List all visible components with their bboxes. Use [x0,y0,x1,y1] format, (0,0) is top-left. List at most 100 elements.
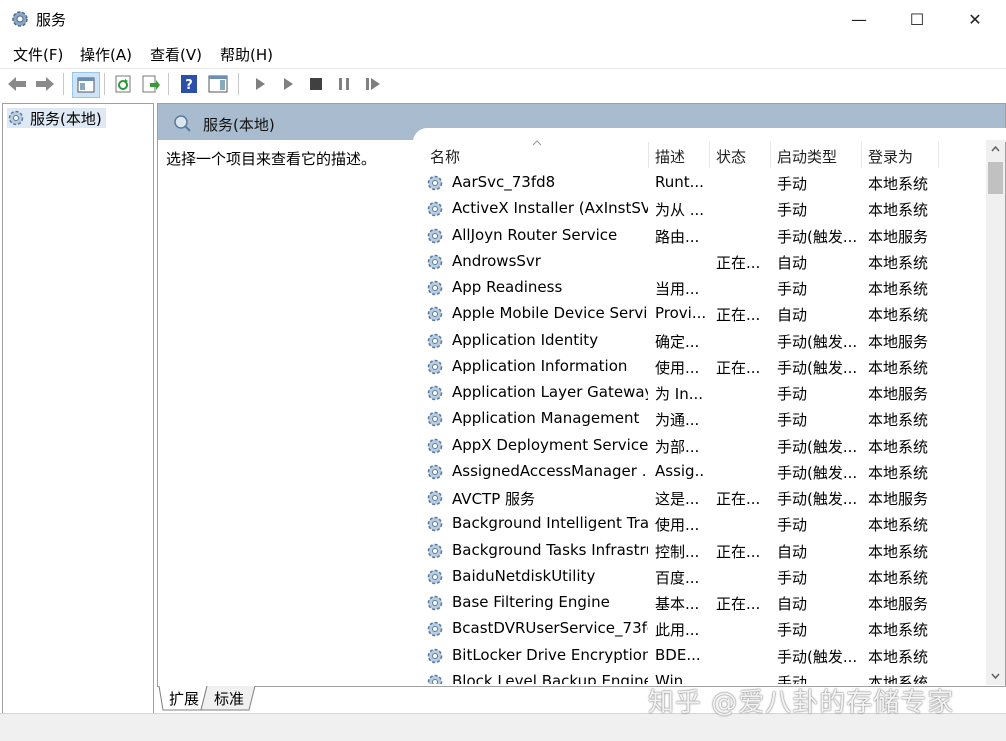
service-row[interactable]: Apple Mobile Device Servi... Provi... 正在..… [420,301,980,327]
service-startup-type: 手动 [777,621,808,640]
service-status: 正在... [716,306,761,325]
service-description: 路由... [655,227,700,246]
forward-button[interactable] [33,72,57,96]
service-logon-as: 本地系统 [868,647,929,666]
column-divider[interactable] [709,142,710,168]
close-button[interactable]: ✕ [946,0,1004,38]
tab-standard[interactable]: 标准 [208,686,250,710]
column-header-name[interactable]: 名称 [430,146,460,167]
watermark-text: 知乎 @爱八卦的存储专家 [648,688,955,718]
service-startup-type: 手动 [777,201,808,220]
toolbar-separator [168,73,169,95]
service-startup-type: 手动(触发... [777,358,858,377]
column-header-startup-type[interactable]: 启动类型 [777,146,837,167]
service-row[interactable]: ActiveX Installer (AxInstSV) 为从 ... 手动 本地系统 [420,196,980,222]
column-divider[interactable] [938,142,939,168]
service-row[interactable]: App Readiness 当用... 手动 本地系统 [420,275,980,301]
refresh-button[interactable] [111,72,135,96]
service-row[interactable]: Application Management 为通... 手动 本地系统 [420,406,980,432]
service-row[interactable]: AppX Deployment Service ... 为部... 手动(触发...… [420,433,980,459]
service-name: Application Layer Gateway ... [452,383,648,401]
menu-action[interactable]: 操作(A) [80,44,132,65]
start-service-button-2[interactable] [276,72,300,96]
service-name: AndrowsSvr [452,251,541,270]
service-logon-as: 本地系统 [868,463,929,482]
pane-title: 服务(本地) [203,116,275,134]
column-header-description[interactable]: 描述 [655,146,685,167]
column-divider[interactable] [770,142,771,168]
refresh-icon [115,75,131,93]
service-logon-as: 本地系统 [868,253,929,272]
service-description: 控制... [655,542,700,561]
service-description: Runt... [655,173,704,191]
tab-extended[interactable]: 扩展 [163,686,205,710]
service-name: Background Intelligent Tra... [452,514,648,533]
restart-service-button[interactable] [361,72,385,96]
service-row[interactable]: AVCTP 服务 这是... 正在... 手动(触发... 本地服务 [420,485,980,511]
menu-view[interactable]: 查看(V) [150,44,202,65]
service-row[interactable]: AarSvc_73fd8 Runt... 手动 本地系统 [420,170,980,196]
help-icon: ? [181,75,197,93]
start-service-button[interactable] [248,72,272,96]
service-row[interactable]: Background Tasks Infrastru... 控制... 正在... 自… [420,538,980,564]
toolbar: ? [0,68,1006,99]
service-gear-icon [427,648,443,663]
tree-item-services-local[interactable]: 服务(本地) [7,108,106,128]
column-divider[interactable] [648,142,649,168]
service-name: AVCTP 服务 [452,490,536,508]
service-startup-type: 自动 [777,253,808,272]
minimize-icon: — [851,9,867,29]
scrollbar-thumb[interactable] [988,162,1003,194]
stop-service-button[interactable] [304,72,328,96]
service-logon-as: 本地系统 [868,306,929,325]
help-button[interactable]: ? [177,72,201,96]
service-startup-type: 手动 [777,411,808,430]
show-hide-console-tree-button[interactable] [72,72,100,98]
service-row[interactable]: AllJoyn Router Service 路由... 手动(触发... 本地服务 [420,223,980,249]
service-gear-icon [427,280,443,296]
column-header-logon-as[interactable]: 登录为 [868,146,913,167]
service-row[interactable]: Application Layer Gateway ... 为 In... 手动 本地… [420,380,980,406]
service-gear-icon [427,543,443,558]
service-gear-icon [427,306,443,322]
service-row[interactable]: BitLocker Drive Encryption ... BDE... 手动(触… [420,643,980,669]
column-header-status[interactable]: 状态 [716,146,746,167]
service-row[interactable]: BcastDVRUserService_73fd8 此用... 手动 本地系统 [420,616,980,642]
maximize-button[interactable]: ☐ [888,0,946,38]
service-logon-as: 本地服务 [868,385,929,403]
service-row[interactable]: Application Information 使用... 正在... 手动(触发..… [420,354,980,380]
service-gear-icon [427,228,443,243]
pause-service-button[interactable] [332,72,356,96]
menu-file[interactable]: 文件(F) [13,44,63,65]
service-startup-type: 自动 [777,542,808,561]
menu-help[interactable]: 帮助(H) [220,44,273,65]
export-list-button[interactable] [139,72,163,96]
show-action-pane-button[interactable] [206,72,230,96]
service-logon-as: 本地系统 [868,175,929,193]
service-row[interactable]: Application Identity 确定... 手动(触发... 本地服务 [420,328,980,354]
service-description: 基本... [655,595,700,613]
play-icon [284,78,293,90]
vertical-scrollbar[interactable] [986,140,1005,685]
column-divider[interactable] [861,142,862,168]
service-row[interactable]: Background Intelligent Tra... 使用... 手动 本地系统 [420,511,980,537]
service-description: 确定... [655,332,700,351]
scroll-down-icon[interactable] [991,673,1000,679]
service-startup-type: 自动 [777,306,808,325]
service-row[interactable]: Base Filtering Engine 基本... 正在... 自动 本地服务 [420,590,980,616]
toolbar-separator [63,73,64,95]
service-row[interactable]: BaiduNetdiskUtility 百度... 手动 本地系统 [420,564,980,590]
service-startup-type: 手动 [777,568,808,587]
service-status: 正在... [716,595,761,613]
service-row[interactable]: AndrowsSvr 正在... 自动 本地系统 [420,249,980,275]
service-startup-type: 手动 [777,385,808,403]
service-logon-as: 本地系统 [868,280,929,298]
stop-icon [310,78,322,90]
service-startup-type: 手动 [777,516,808,535]
service-row[interactable]: AssignedAccessManager ... Assig... 手动(触发..… [420,459,980,485]
minimize-button[interactable]: — [830,0,888,38]
menu-bar: 文件(F) 操作(A) 查看(V) 帮助(H) [0,40,1006,66]
service-logon-as: 本地系统 [868,621,929,640]
back-button[interactable] [5,72,29,96]
scroll-up-icon[interactable] [991,146,1000,152]
